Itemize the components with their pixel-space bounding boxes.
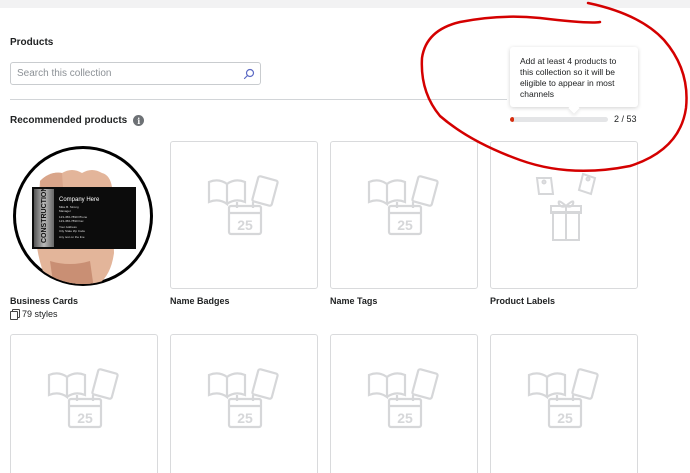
placeholder-icon: 25	[367, 175, 439, 236]
product-name-name-badges[interactable]: Name Badges	[170, 296, 230, 306]
page-title: Products	[10, 37, 54, 48]
section-divider	[10, 99, 507, 100]
gift-tags-icon	[535, 172, 597, 241]
bc-fax: 123-456-7890 Fax	[59, 219, 84, 223]
search-input[interactable]	[17, 66, 237, 81]
product-card[interactable]: 25	[330, 334, 478, 473]
recommended-title: Recommended products	[10, 115, 128, 126]
bc-tagline: Any text on the line	[59, 235, 85, 239]
product-name-product-labels[interactable]: Product Labels	[490, 296, 555, 306]
placeholder-icon: 25	[527, 368, 599, 429]
placeholder-day: 25	[237, 410, 253, 426]
styles-icon	[10, 309, 20, 320]
progress-count: 2 / 53	[614, 114, 637, 124]
progress-fill	[510, 117, 514, 122]
bc-city: City State Zip Code	[59, 229, 85, 233]
search-icon[interactable]	[243, 68, 255, 80]
placeholder-day: 25	[397, 410, 413, 426]
recommended-header: Recommended products i	[10, 115, 145, 126]
top-bar	[0, 0, 690, 8]
placeholder-day: 25	[237, 217, 253, 233]
progress-bar	[510, 117, 608, 122]
bc-job-title: Manager	[59, 209, 71, 213]
product-card[interactable]: 25	[170, 141, 318, 289]
placeholder-day: 25	[397, 217, 413, 233]
product-name-business-cards[interactable]: Business Cards	[10, 296, 78, 306]
styles-count-text: 79 styles	[22, 309, 58, 319]
business-card-image[interactable]: CONSTRUCTION Company Here Mike B. Strong…	[10, 143, 156, 289]
product-card[interactable]: 25	[490, 334, 638, 473]
bc-side-text: CONSTRUCTION	[41, 187, 48, 243]
tooltip-text: Add at least 4 products to this collecti…	[520, 56, 617, 99]
product-card[interactable]: 25	[170, 334, 318, 473]
product-card[interactable]: 25	[10, 334, 158, 473]
bc-company: Company Here	[59, 197, 100, 203]
placeholder-day: 25	[557, 410, 573, 426]
search-field[interactable]	[10, 62, 261, 85]
placeholder-icon: 25	[207, 368, 279, 429]
tooltip: Add at least 4 products to this collecti…	[510, 47, 638, 107]
product-name-name-tags[interactable]: Name Tags	[330, 296, 377, 306]
info-icon[interactable]: i	[133, 115, 145, 126]
product-card[interactable]: 25	[330, 141, 478, 289]
placeholder-icon: 25	[47, 368, 119, 429]
placeholder-icon: 25	[367, 368, 439, 429]
product-card[interactable]	[490, 141, 638, 289]
placeholder-icon: 25	[207, 175, 279, 236]
placeholder-day: 25	[77, 410, 93, 426]
product-styles-count: 79 styles	[10, 309, 58, 320]
